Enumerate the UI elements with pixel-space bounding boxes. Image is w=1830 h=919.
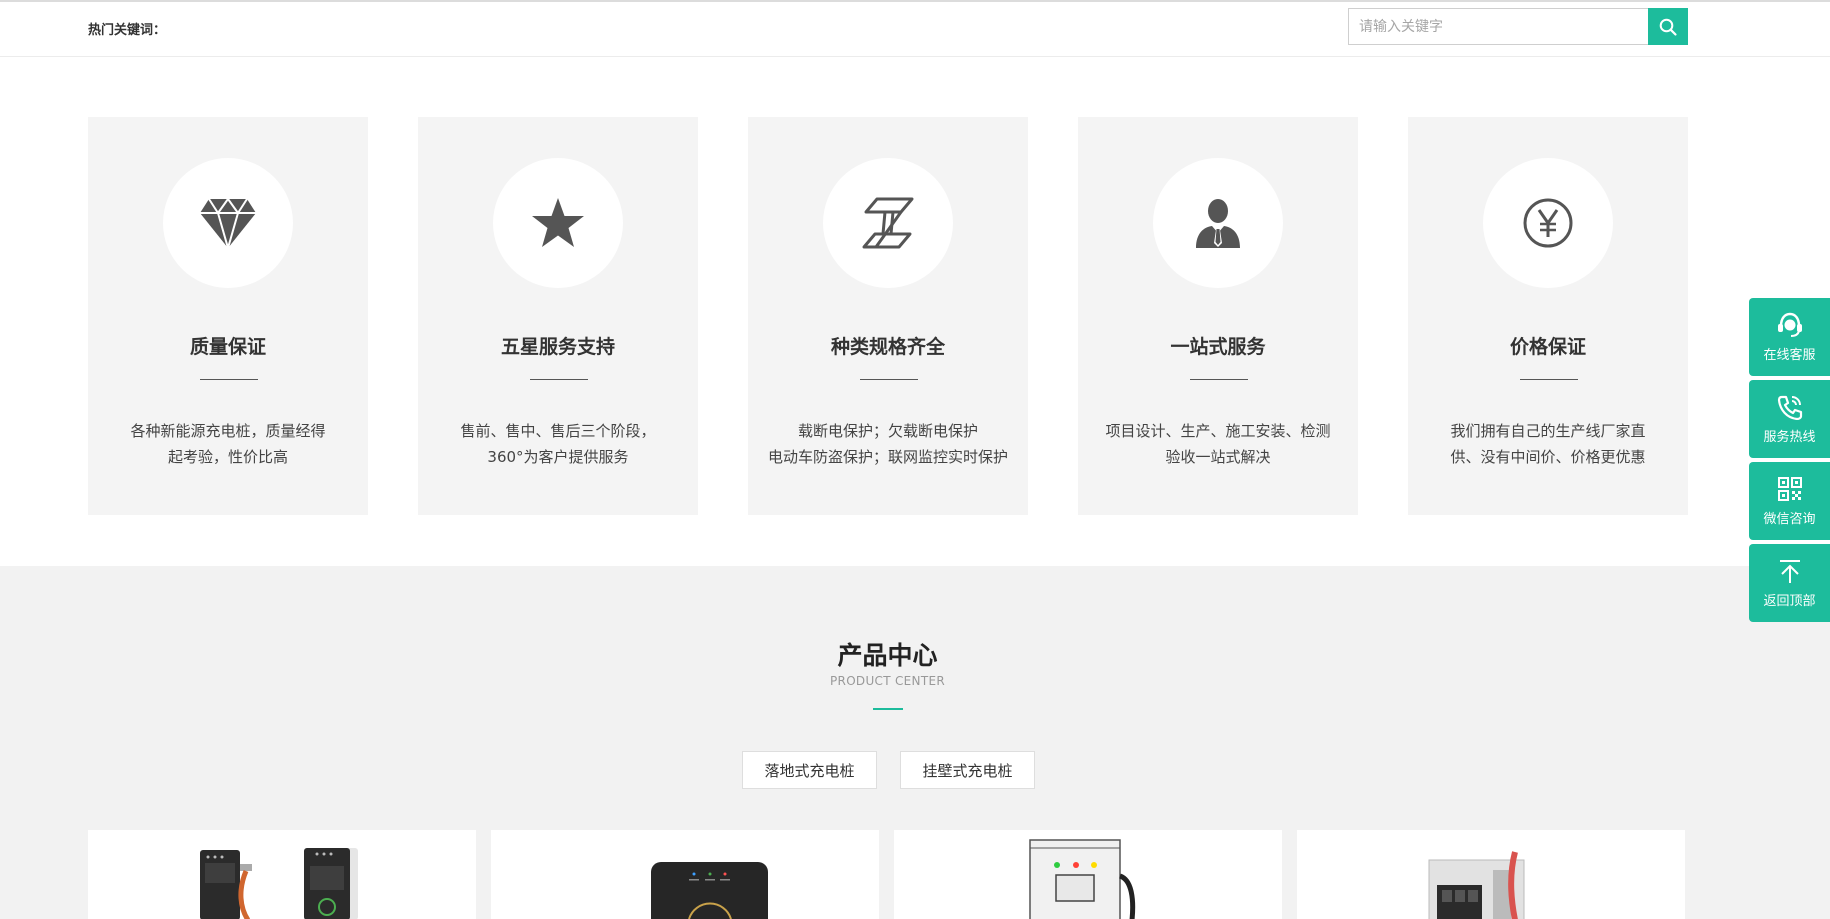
top-bar: 热门关键词：	[0, 2, 1830, 57]
search-button[interactable]	[1648, 8, 1688, 45]
product-card[interactable]	[894, 830, 1282, 919]
hot-keywords-label: 热门关键词：	[88, 23, 167, 38]
feature-desc-line: 载断电保护；欠载断电保护	[797, 422, 978, 440]
feature-description: 我们拥有自己的生产线厂家直 供、没有中间价、价格更优惠	[1408, 418, 1688, 470]
online-service-button[interactable]: 在线客服	[1749, 298, 1830, 376]
feature-card-price: 价格保证 我们拥有自己的生产线厂家直 供、没有中间价、价格更优惠	[1408, 117, 1688, 515]
feature-desc-line: 售前、售中、售后三个阶段，	[460, 422, 656, 440]
back-to-top-button[interactable]: 返回顶部	[1749, 544, 1830, 622]
product-center-divider	[873, 708, 903, 710]
feature-divider	[1190, 379, 1248, 380]
product-image	[1029, 839, 1136, 919]
product-center-subtitle: PRODUCT CENTER	[830, 674, 945, 688]
feature-desc-line: 我们拥有自己的生产线厂家直	[1450, 422, 1646, 440]
search-input[interactable]	[1348, 8, 1659, 45]
feature-desc-line: 电动车防盗保护；联网监控实时保护	[767, 448, 1008, 466]
feature-desc-line: 供、没有中间价、价格更优惠	[1450, 448, 1646, 466]
feature-description: 售前、售中、售后三个阶段， 360°为客户提供服务	[418, 418, 698, 470]
tab-floor-charger[interactable]: 落地式充电桩	[742, 751, 877, 789]
feature-description: 各种新能源充电桩，质量经得 起考验，性价比高	[88, 418, 368, 470]
feature-icon-circle	[1153, 158, 1283, 288]
tab-wall-charger[interactable]: 挂壁式充电桩	[900, 751, 1035, 789]
feature-desc-line: 验收一站式解决	[1165, 448, 1271, 466]
product-center-title: 产品中心	[837, 641, 938, 670]
product-card[interactable]	[88, 830, 476, 919]
product-image	[1428, 851, 1525, 919]
feature-title: 质量保证	[189, 336, 266, 358]
feature-desc-line: 项目设计、生产、施工安装、检测	[1105, 422, 1331, 440]
product-image	[200, 848, 358, 919]
feature-title: 价格保证	[1509, 336, 1586, 358]
feature-card-quality: 质量保证 各种新能源充电桩，质量经得 起考验，性价比高	[88, 117, 368, 515]
feature-divider	[860, 379, 918, 380]
feature-icon-circle	[493, 158, 623, 288]
feature-icon-circle	[163, 158, 293, 288]
search-box	[1348, 8, 1688, 45]
product-card[interactable]	[491, 830, 879, 919]
customer-service-icon	[1777, 312, 1802, 337]
feature-icon-circle	[1483, 158, 1613, 288]
qr-code-icon	[1777, 476, 1802, 501]
feature-card-one-stop: 一站式服务 项目设计、生产、施工安装、检测 验收一站式解决	[1078, 117, 1358, 515]
feature-divider	[530, 379, 588, 380]
diamond-icon	[200, 197, 256, 249]
float-item-label: 服务热线	[1763, 429, 1816, 445]
float-item-label: 返回顶部	[1763, 593, 1816, 609]
star-icon	[532, 198, 584, 247]
feature-desc-line: 起考验，性价比高	[167, 448, 288, 466]
search-icon	[1659, 18, 1677, 36]
wechat-consult-button[interactable]: 微信咨询	[1749, 462, 1830, 540]
feature-card-service: 五星服务支持 售前、售中、售后三个阶段， 360°为客户提供服务	[418, 117, 698, 515]
businessman-icon	[1196, 199, 1240, 248]
feature-title: 五星服务支持	[500, 336, 615, 358]
feature-title: 一站式服务	[1170, 336, 1266, 358]
feature-desc-line: 360°为客户提供服务	[487, 448, 629, 466]
product-image	[651, 862, 768, 919]
feature-card-variety: 种类规格齐全 载断电保护；欠载断电保护 电动车防盗保护；联网监控实时保护	[748, 117, 1028, 515]
feature-icon-circle	[823, 158, 953, 288]
product-card[interactable]	[1297, 830, 1685, 919]
product-center-section: 产品中心 PRODUCT CENTER 落地式充电桩 挂壁式充电桩	[0, 566, 1830, 919]
feature-description: 载断电保护；欠载断电保护 电动车防盗保护；联网监控实时保护	[748, 418, 1028, 470]
feature-divider	[1520, 379, 1578, 380]
yen-icon	[1523, 198, 1573, 248]
feature-divider	[200, 379, 258, 380]
feature-description: 项目设计、生产、施工安装、检测 验收一站式解决	[1078, 418, 1358, 470]
phone-icon	[1777, 395, 1802, 420]
steel-beam-icon	[862, 197, 914, 249]
feature-title: 种类规格齐全	[830, 336, 945, 358]
feature-desc-line: 各种新能源充电桩，质量经得	[130, 422, 326, 440]
float-item-label: 在线客服	[1763, 347, 1816, 363]
back-to-top-icon	[1779, 559, 1800, 583]
service-hotline-button[interactable]: 服务热线	[1749, 380, 1830, 458]
float-item-label: 微信咨询	[1763, 511, 1816, 527]
